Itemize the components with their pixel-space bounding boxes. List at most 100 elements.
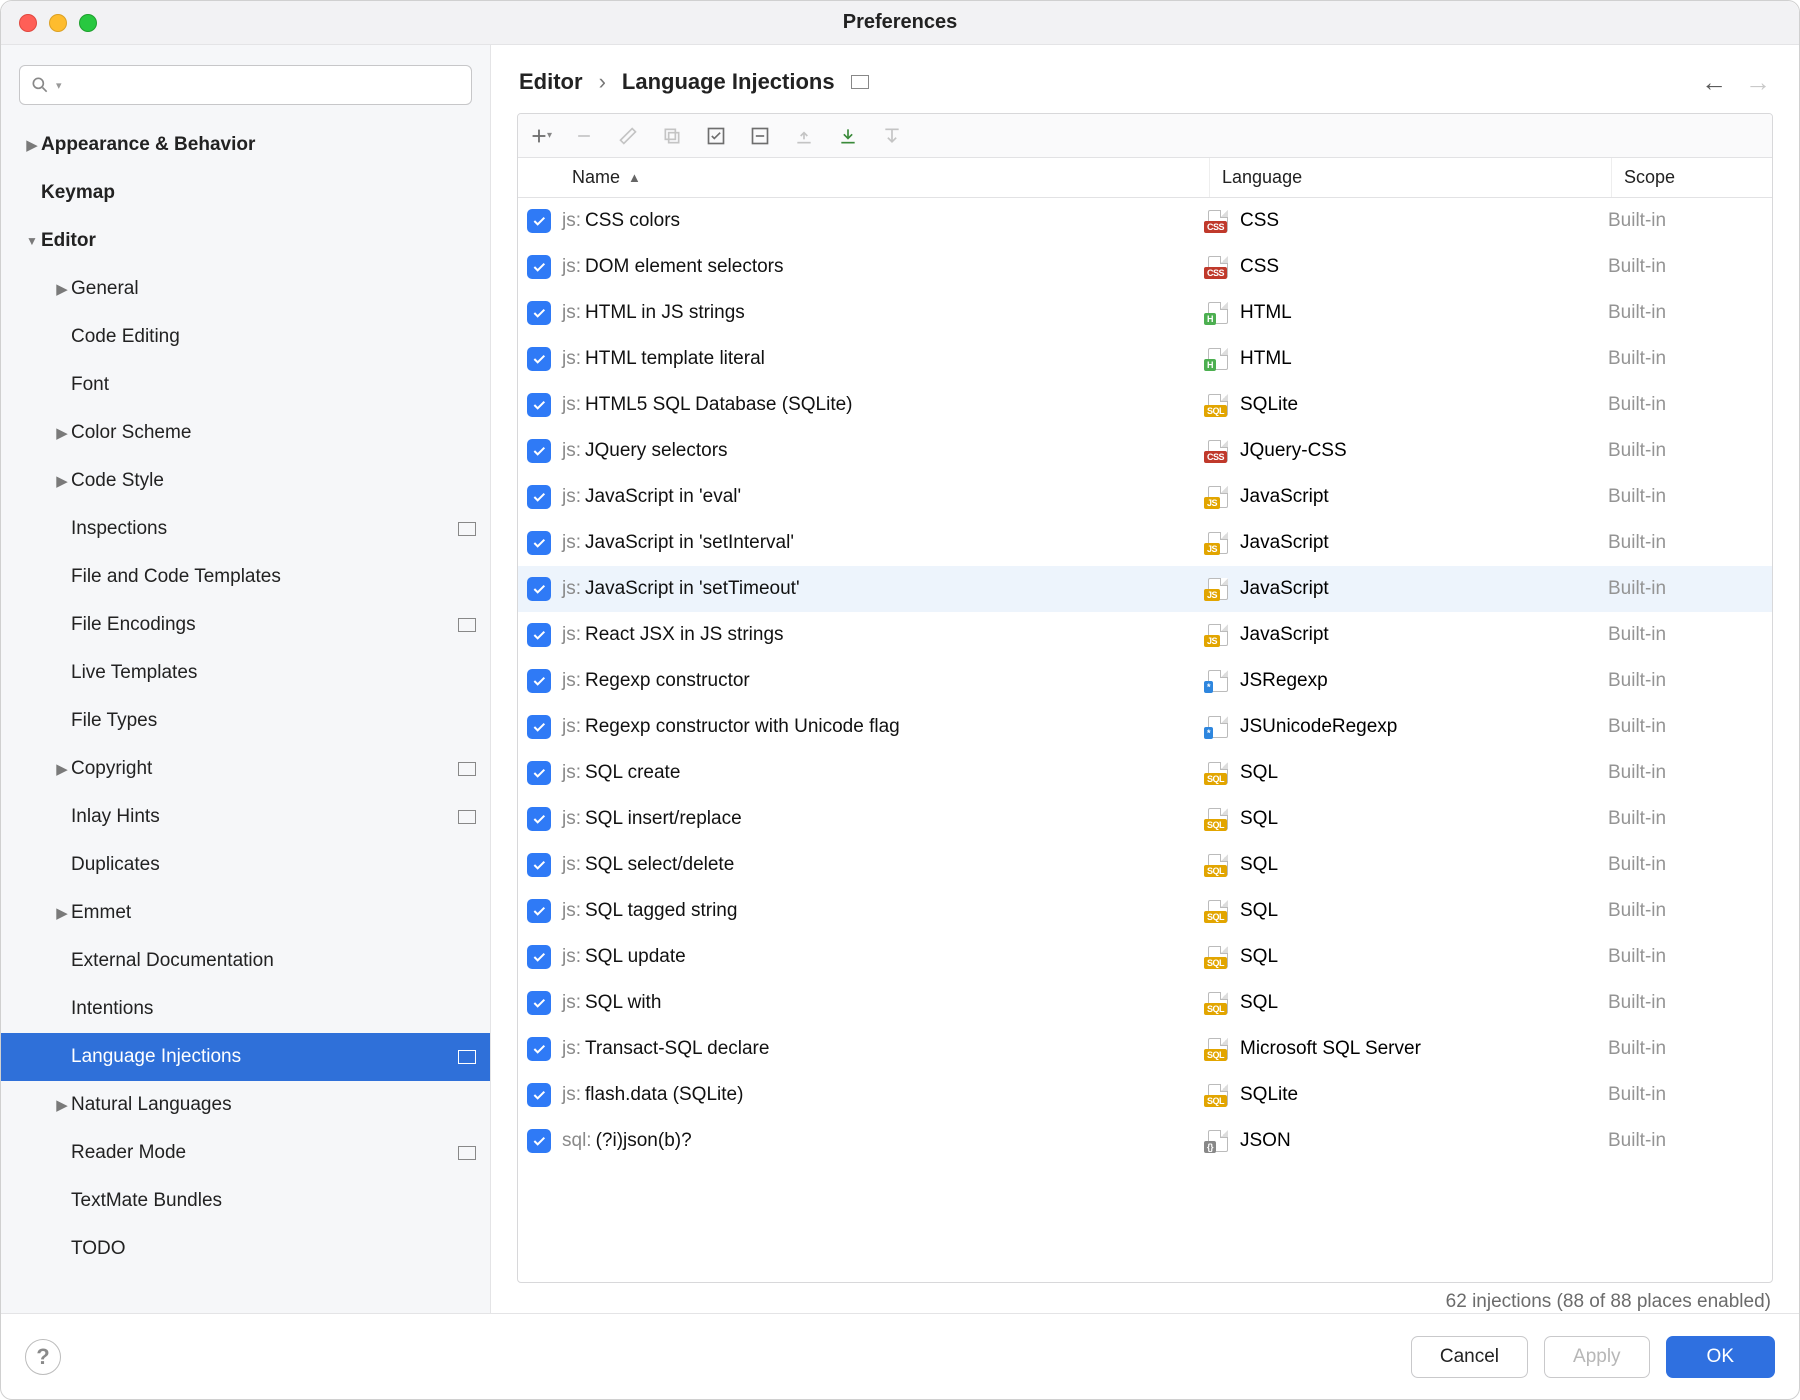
row-name: React JSX in JS strings [585,624,784,646]
table-row[interactable]: js: flash.data (SQLite)SQLSQLiteBuilt-in [518,1072,1772,1118]
table-row[interactable]: js: Transact-SQL declareSQLMicrosoft SQL… [518,1026,1772,1072]
table-row[interactable]: js: JavaScript in 'eval'JSJavaScriptBuil… [518,474,1772,520]
sidebar-item[interactable]: Font [1,361,490,409]
row-checkbox[interactable] [527,623,551,647]
row-scope: Built-in [1608,210,1768,232]
sidebar-item[interactable]: ▶Code Style [1,457,490,505]
sidebar-item[interactable]: ▶Copyright [1,745,490,793]
row-checkbox[interactable] [527,761,551,785]
column-name[interactable]: Name ▲ [560,158,1210,197]
language-file-icon: SQL [1206,394,1230,416]
row-checkbox[interactable] [527,209,551,233]
row-name: HTML5 SQL Database (SQLite) [585,394,853,416]
row-scope: Built-in [1608,808,1768,830]
row-checkbox[interactable] [527,669,551,693]
disable-button[interactable] [748,124,772,148]
row-checkbox[interactable] [527,347,551,371]
row-prefix: js: [562,854,581,876]
help-button[interactable]: ? [25,1339,61,1375]
row-checkbox[interactable] [527,485,551,509]
tree-arrow-icon: ▶ [53,424,71,442]
row-checkbox[interactable] [527,301,551,325]
row-checkbox[interactable] [527,1129,551,1153]
table-row[interactable]: js: Regexp constructor*JSRegexpBuilt-in [518,658,1772,704]
row-checkbox[interactable] [527,255,551,279]
table-row[interactable]: js: JQuery selectorsCSSJQuery-CSSBuilt-i… [518,428,1772,474]
table-row[interactable]: js: HTML template literalHHTMLBuilt-in [518,336,1772,382]
table-row[interactable]: js: SQL insert/replaceSQLSQLBuilt-in [518,796,1772,842]
row-checkbox[interactable] [527,945,551,969]
table-row[interactable]: js: DOM element selectorsCSSCSSBuilt-in [518,244,1772,290]
sidebar-item[interactable]: Inspections [1,505,490,553]
ok-button[interactable]: OK [1666,1336,1775,1378]
sidebar-item[interactable]: Live Templates [1,649,490,697]
sidebar-item[interactable]: File Types [1,697,490,745]
row-checkbox[interactable] [527,807,551,831]
row-checkbox[interactable] [527,1083,551,1107]
row-checkbox[interactable] [527,715,551,739]
row-checkbox[interactable] [527,991,551,1015]
row-checkbox[interactable] [527,1037,551,1061]
table-row[interactable]: js: SQL select/deleteSQLSQLBuilt-in [518,842,1772,888]
sidebar-item[interactable]: TODO [1,1225,490,1273]
sidebar-item[interactable]: ▼Editor [1,217,490,265]
row-checkbox[interactable] [527,439,551,463]
row-checkbox[interactable] [527,531,551,555]
column-language[interactable]: Language [1210,158,1612,197]
row-name: HTML in JS strings [585,302,745,324]
row-checkbox[interactable] [527,577,551,601]
sidebar-item[interactable]: Keymap [1,169,490,217]
table-row[interactable]: js: SQL withSQLSQLBuilt-in [518,980,1772,1026]
sidebar-item[interactable]: Language Injections [1,1033,490,1081]
row-prefix: js: [562,946,581,968]
sidebar-item[interactable]: Code Editing [1,313,490,361]
copy-button [660,124,684,148]
sidebar-item[interactable]: TextMate Bundles [1,1177,490,1225]
cancel-button[interactable]: Cancel [1411,1336,1528,1378]
breadcrumb-root[interactable]: Editor [519,69,583,95]
sidebar-item[interactable]: ▶Color Scheme [1,409,490,457]
settings-search[interactable]: ▾ [19,65,472,105]
row-name: DOM element selectors [585,256,784,278]
sidebar-item[interactable]: External Documentation [1,937,490,985]
table-row[interactable]: js: SQL createSQLSQLBuilt-in [518,750,1772,796]
column-scope[interactable]: Scope [1612,158,1772,197]
nav-back-icon[interactable]: ← [1701,69,1727,95]
table-row[interactable]: sql: (?i)json(b)?{}JSONBuilt-in [518,1118,1772,1164]
row-scope: Built-in [1608,992,1768,1014]
sidebar-item-label: Code Editing [71,326,476,348]
sidebar-item[interactable]: ▶General [1,265,490,313]
row-checkbox[interactable] [527,393,551,417]
table-row[interactable]: js: SQL updateSQLSQLBuilt-in [518,934,1772,980]
table-row[interactable]: js: CSS colorsCSSCSSBuilt-in [518,198,1772,244]
table-row[interactable]: js: Regexp constructor with Unicode flag… [518,704,1772,750]
table-row[interactable]: js: HTML5 SQL Database (SQLite)SQLSQLite… [518,382,1772,428]
search-dropdown-icon[interactable]: ▾ [56,79,62,92]
row-language: JSRegexp [1240,670,1328,692]
add-button[interactable]: ▾ [528,124,552,148]
row-checkbox[interactable] [527,853,551,877]
sidebar-item[interactable]: Inlay Hints [1,793,490,841]
sidebar-item[interactable]: ▶Emmet [1,889,490,937]
sidebar-item[interactable]: Duplicates [1,841,490,889]
row-name: SQL create [585,762,680,784]
row-checkbox[interactable] [527,899,551,923]
table-row[interactable]: js: JavaScript in 'setInterval'JSJavaScr… [518,520,1772,566]
row-prefix: js: [562,1084,581,1106]
enable-button[interactable] [704,124,728,148]
row-scope: Built-in [1608,716,1768,738]
table-row[interactable]: js: React JSX in JS stringsJSJavaScriptB… [518,612,1772,658]
sidebar-item[interactable]: Intentions [1,985,490,1033]
sidebar-item-label: Emmet [71,902,476,924]
sidebar-item-label: External Documentation [71,950,476,972]
table-row[interactable]: js: HTML in JS stringsHHTMLBuilt-in [518,290,1772,336]
table-row[interactable]: js: JavaScript in 'setTimeout'JSJavaScri… [518,566,1772,612]
sidebar-item[interactable]: File Encodings [1,601,490,649]
sidebar-item[interactable]: Reader Mode [1,1129,490,1177]
sidebar-item[interactable]: ▶Appearance & Behavior [1,121,490,169]
sidebar-item[interactable]: File and Code Templates [1,553,490,601]
sidebar-item[interactable]: ▶Natural Languages [1,1081,490,1129]
table-row[interactable]: js: SQL tagged stringSQLSQLBuilt-in [518,888,1772,934]
search-input[interactable] [68,75,461,96]
import-button[interactable] [836,124,860,148]
